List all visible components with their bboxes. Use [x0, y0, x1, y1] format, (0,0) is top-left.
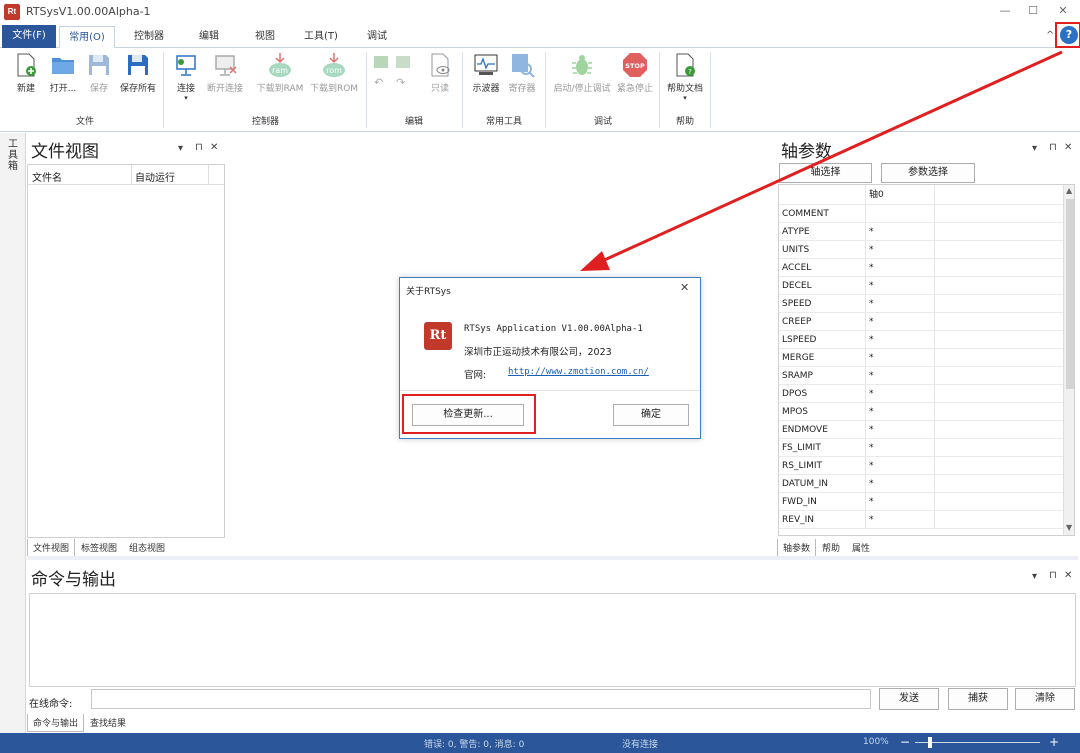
- about-dialog: 关于RTSys ✕ Rt RTSys Application V1.00.00A…: [399, 277, 701, 439]
- dialog-close-button[interactable]: ✕: [680, 281, 689, 294]
- rtsys-logo-icon: Rt: [424, 322, 452, 350]
- website-label: 官网:: [464, 370, 487, 381]
- ok-button[interactable]: 确定: [613, 404, 689, 426]
- app-version-text: RTSys Application V1.00.00Alpha-1: [464, 324, 643, 334]
- arrow-head: [580, 251, 610, 271]
- arrow-shaft: [599, 50, 1063, 264]
- website-link[interactable]: http://www.zmotion.com.cn/: [508, 367, 649, 377]
- company-text: 深圳市正运动技术有限公司，2023: [464, 347, 612, 358]
- highlight-box-check-update: [402, 394, 536, 434]
- dialog-divider: [400, 390, 700, 391]
- dialog-title: 关于RTSys: [406, 287, 451, 297]
